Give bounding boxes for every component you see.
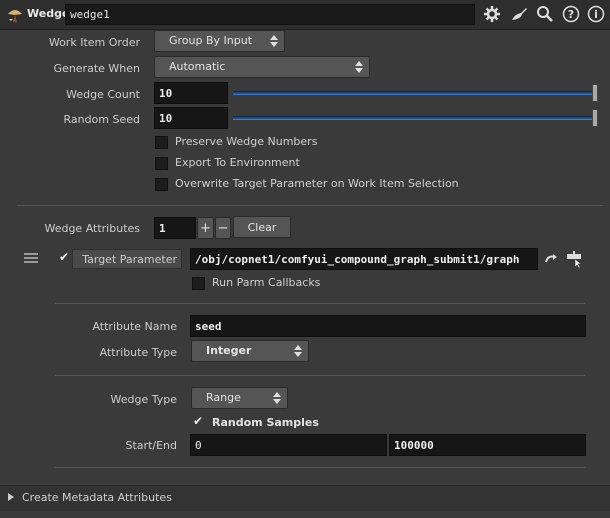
remove-attribute-button[interactable]: − xyxy=(215,217,231,239)
preserve-wedge-numbers-label: Preserve Wedge Numbers xyxy=(175,135,318,148)
drag-handle-icon[interactable] xyxy=(24,253,38,263)
work-item-order-dropdown[interactable]: Group By Input xyxy=(154,30,285,52)
info-icon[interactable]: i xyxy=(586,5,606,25)
run-parm-callbacks-label: Run Parm Callbacks xyxy=(212,276,321,289)
wedge-count-field[interactable]: 10 xyxy=(154,82,228,104)
work-item-order-label: Work Item Order xyxy=(48,36,140,49)
start-field[interactable]: 0 xyxy=(190,434,387,456)
brush-icon[interactable] xyxy=(508,5,530,25)
target-parameter-field[interactable]: /obj/copnet1/comfyui_compound_graph_subm… xyxy=(190,248,538,270)
export-to-environment-label: Export To Environment xyxy=(175,156,300,169)
attribute-type-dropdown[interactable]: Integer xyxy=(191,340,309,362)
random-samples-checkbox[interactable] xyxy=(192,414,205,430)
create-metadata-label: Create Metadata Attributes xyxy=(22,491,172,504)
overwrite-target-label: Overwrite Target Parameter on Work Item … xyxy=(175,177,459,190)
attribute-name-label: Attribute Name xyxy=(92,320,177,333)
wedge-type-dropdown[interactable]: Range xyxy=(191,387,288,409)
start-end-label: Start/End xyxy=(125,439,177,452)
clear-attributes-button[interactable]: Clear xyxy=(233,216,291,238)
wedge-node-icon xyxy=(6,6,24,24)
random-seed-slider[interactable] xyxy=(233,116,595,120)
gear-icon[interactable] xyxy=(482,5,502,25)
parameter-chooser-icon[interactable] xyxy=(565,250,585,269)
wedge-count-slider[interactable] xyxy=(233,91,595,95)
random-seed-field[interactable]: 10 xyxy=(154,107,228,129)
target-parameter-checkbox[interactable] xyxy=(58,250,71,266)
wedge-attributes-label: Wedge Attributes xyxy=(44,222,140,235)
random-seed-label: Random Seed xyxy=(63,113,140,126)
wedge-count-slider-handle[interactable] xyxy=(592,84,598,102)
divider xyxy=(55,303,585,304)
wedge-attributes-count-field[interactable]: 1 xyxy=(154,217,196,239)
generate-when-value: Automatic xyxy=(169,60,226,73)
overwrite-target-checkbox[interactable] xyxy=(155,178,168,191)
preserve-wedge-numbers-checkbox[interactable] xyxy=(155,136,168,149)
dropdown-arrow-icon xyxy=(270,33,278,49)
expand-arrow-icon[interactable] xyxy=(8,493,14,501)
random-seed-slider-handle[interactable] xyxy=(592,109,598,127)
export-to-environment-checkbox[interactable] xyxy=(155,157,168,170)
jump-to-operator-icon[interactable] xyxy=(543,252,559,268)
attribute-name-field[interactable]: seed xyxy=(190,315,586,337)
random-samples-label: Random Samples xyxy=(212,416,319,429)
end-field[interactable]: 100000 xyxy=(389,434,586,456)
generate-when-label: Generate When xyxy=(53,62,140,75)
divider xyxy=(55,467,585,468)
run-parm-callbacks-checkbox[interactable] xyxy=(192,277,205,290)
svg-text:i: i xyxy=(594,8,598,21)
target-parameter-label: Target Parameter xyxy=(82,253,177,266)
attribute-type-value: Integer xyxy=(206,344,252,357)
svg-text:?: ? xyxy=(568,8,574,21)
dropdown-arrow-icon xyxy=(273,390,281,406)
help-icon[interactable]: ? xyxy=(561,5,581,25)
attribute-type-label: Attribute Type xyxy=(99,346,177,359)
divider xyxy=(17,205,603,206)
add-attribute-button[interactable]: + xyxy=(197,217,214,239)
wedge-type-label: Wedge Type xyxy=(110,393,178,406)
generate-when-dropdown[interactable]: Automatic xyxy=(154,56,370,78)
work-item-order-value: Group By Input xyxy=(169,34,253,47)
search-icon[interactable] xyxy=(535,5,555,25)
node-name-field[interactable]: wedge1 xyxy=(65,4,475,25)
divider xyxy=(55,375,585,376)
wedge-count-label: Wedge Count xyxy=(66,88,140,101)
node-type-label: Wedge xyxy=(27,7,70,20)
dropdown-arrow-icon xyxy=(294,343,302,359)
wedge-type-value: Range xyxy=(206,391,241,404)
dropdown-arrow-icon xyxy=(355,59,363,75)
